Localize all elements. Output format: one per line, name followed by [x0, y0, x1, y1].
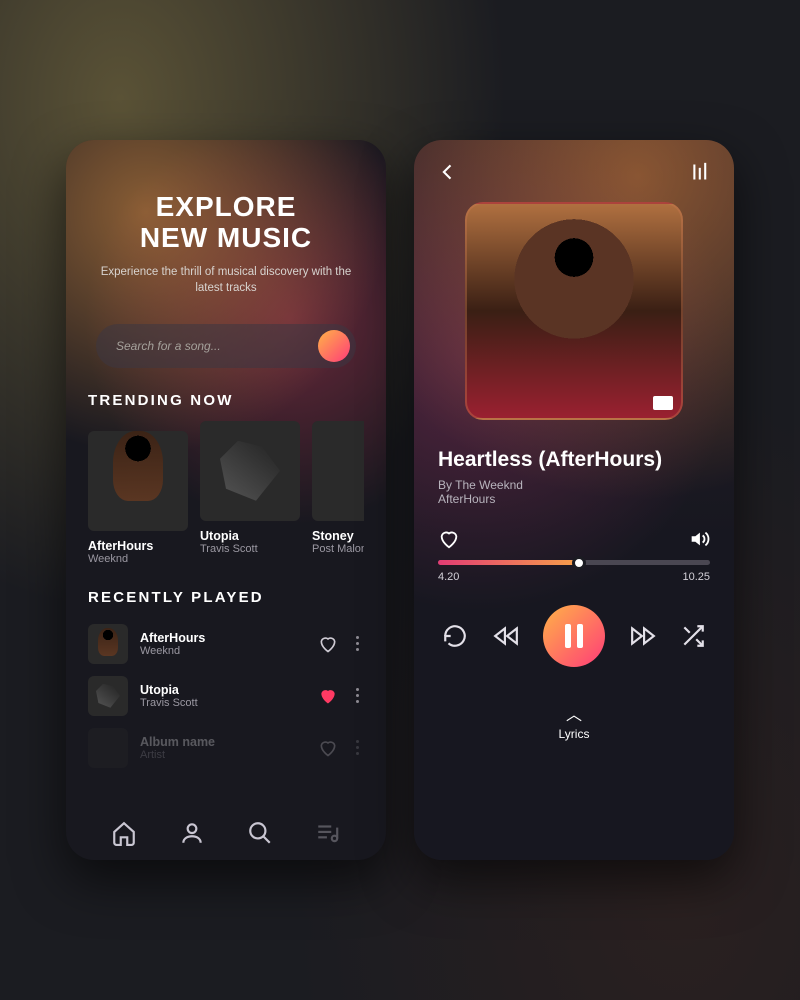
trending-list: AfterHours Weeknd Utopia Travis Scott St… [88, 421, 364, 565]
page-title: EXPLORE NEW MUSIC [88, 192, 364, 254]
album-art [465, 202, 683, 420]
elapsed-time: 4.20 [438, 571, 459, 583]
forward-icon[interactable] [630, 623, 656, 649]
trending-item[interactable]: Stoney Post Malone [312, 421, 364, 565]
profile-icon[interactable] [179, 820, 205, 846]
heart-icon[interactable] [318, 686, 338, 706]
trending-item[interactable]: AfterHours Weeknd [88, 421, 188, 565]
trending-artist: Travis Scott [200, 543, 300, 555]
heart-icon[interactable] [318, 738, 338, 758]
playback-controls [438, 605, 710, 667]
trending-artist: Post Malone [312, 543, 364, 555]
track-album: AfterHours [438, 492, 710, 506]
album-thumb [88, 676, 128, 716]
heart-icon[interactable] [318, 634, 338, 654]
recent-artist: Artist [140, 749, 306, 761]
lyrics-toggle[interactable]: ︿ Lyrics [438, 701, 710, 741]
progress-thumb[interactable] [572, 556, 586, 570]
list-item[interactable]: Utopia Travis Scott [88, 670, 364, 722]
rewind-icon[interactable] [493, 623, 519, 649]
album-cover [312, 421, 364, 521]
equalizer-icon[interactable] [690, 162, 710, 182]
trending-item[interactable]: Utopia Travis Scott [200, 421, 300, 565]
home-icon[interactable] [111, 820, 137, 846]
progress-bar[interactable] [438, 560, 710, 565]
pause-icon [565, 624, 583, 648]
explore-screen: EXPLORE NEW MUSIC Experience the thrill … [66, 140, 386, 860]
album-cover [200, 421, 300, 521]
duration-time: 10.25 [682, 571, 710, 583]
title-line1: EXPLORE [156, 191, 297, 222]
pause-button[interactable] [543, 605, 605, 667]
album-cover [88, 431, 188, 531]
page-subtitle: Experience the thrill of musical discove… [88, 264, 364, 296]
search-input[interactable] [116, 339, 348, 353]
recent-list: AfterHours Weeknd Utopia Travis Scott [88, 618, 364, 774]
search-field[interactable] [96, 324, 356, 368]
recently-header: RECENTLY PLAYED [88, 589, 364, 606]
bottom-nav [66, 820, 386, 846]
track-title: Heartless (AfterHours) [438, 448, 710, 472]
trending-title: Stoney [312, 529, 364, 543]
list-item[interactable]: AfterHours Weeknd [88, 618, 364, 670]
lyrics-label: Lyrics [559, 727, 590, 741]
recent-title: Utopia [140, 683, 306, 697]
search-icon[interactable] [247, 820, 273, 846]
track-artist: By The Weeknd [438, 478, 710, 492]
progress-fill [438, 560, 579, 565]
recent-artist: Weeknd [140, 645, 306, 657]
shuffle-icon[interactable] [680, 623, 706, 649]
playlist-icon[interactable] [315, 820, 341, 846]
more-icon[interactable] [350, 636, 364, 651]
recent-artist: Travis Scott [140, 697, 306, 709]
trending-title: Utopia [200, 529, 300, 543]
heart-icon[interactable] [438, 528, 460, 550]
recent-title: Album name [140, 735, 306, 749]
more-icon[interactable] [350, 688, 364, 703]
volume-icon[interactable] [688, 528, 710, 550]
album-thumb [88, 728, 128, 768]
back-icon[interactable] [438, 162, 458, 182]
repeat-icon[interactable] [442, 623, 468, 649]
album-thumb [88, 624, 128, 664]
list-item[interactable]: Album name Artist [88, 722, 364, 774]
more-icon[interactable] [350, 740, 364, 755]
search-button[interactable] [318, 330, 350, 362]
chevron-up-icon: ︿ [438, 701, 710, 725]
title-line2: NEW MUSIC [140, 222, 312, 253]
trending-header: TRENDING NOW [88, 392, 364, 409]
trending-title: AfterHours [88, 539, 188, 553]
trending-artist: Weeknd [88, 553, 188, 565]
player-screen: Heartless (AfterHours) By The Weeknd Aft… [414, 140, 734, 860]
recent-title: AfterHours [140, 631, 306, 645]
